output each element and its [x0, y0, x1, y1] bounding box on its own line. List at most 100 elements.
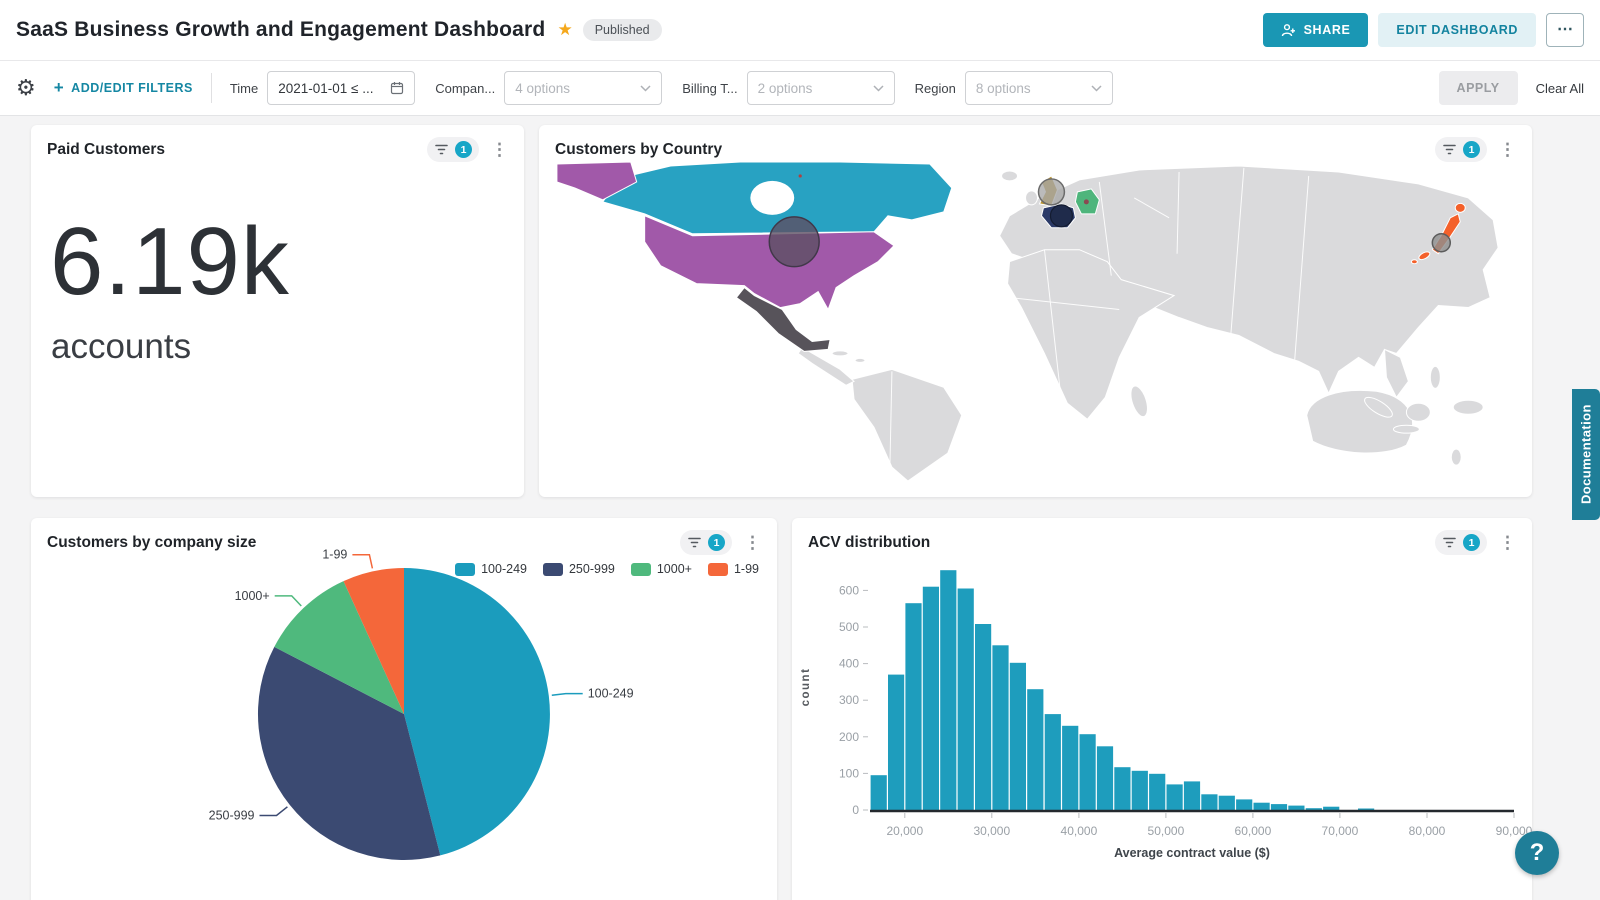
- map-new-zealand: [1451, 449, 1461, 465]
- edit-dashboard-button[interactable]: EDIT DASHBOARD: [1378, 13, 1536, 47]
- histogram-bar[interactable]: [992, 645, 1008, 810]
- histogram-bar[interactable]: [1323, 807, 1339, 810]
- histogram-bar[interactable]: [923, 587, 939, 810]
- chevron-down-icon: [873, 85, 884, 92]
- kebab-menu-icon[interactable]: ⋮: [1495, 140, 1520, 160]
- map-south-america: [852, 369, 962, 481]
- histogram-bar[interactable]: [1201, 794, 1217, 810]
- histogram-bar[interactable]: [975, 624, 991, 810]
- map-philippines: [1430, 366, 1440, 388]
- apply-button[interactable]: APPLY: [1439, 71, 1518, 105]
- x-tick-label: 40,000: [1061, 824, 1098, 838]
- histogram-bar[interactable]: [1219, 796, 1235, 810]
- map-indochina: [1384, 349, 1408, 397]
- histogram-bar[interactable]: [888, 675, 904, 810]
- region-filter-select[interactable]: 8 options: [965, 71, 1113, 105]
- filter-bar: ⚙ + ADD/EDIT FILTERS Time 2021-01-01 ≤ .…: [0, 61, 1600, 116]
- histogram-bar[interactable]: [1010, 663, 1026, 810]
- company-filter-value: 4 options: [515, 81, 570, 96]
- share-button-label: SHARE: [1304, 23, 1351, 37]
- histogram-bar[interactable]: [1288, 806, 1304, 810]
- histogram-bar[interactable]: [1306, 808, 1322, 810]
- widget-filter-chip[interactable]: 1: [427, 137, 479, 162]
- help-button[interactable]: ?: [1515, 831, 1559, 875]
- widget-acv-distribution: ACV distribution 1 ⋮ 0100200300400500600…: [792, 518, 1532, 900]
- more-options-button[interactable]: ⋯: [1546, 13, 1584, 47]
- histogram-bar[interactable]: [1236, 799, 1252, 810]
- histogram-bar[interactable]: [1132, 771, 1148, 810]
- billing-filter-label: Billing T...: [682, 81, 737, 96]
- time-filter-input[interactable]: 2021-01-01 ≤ ...: [267, 71, 415, 105]
- region-filter-value: 8 options: [976, 81, 1031, 96]
- documentation-tab[interactable]: Documentation: [1572, 389, 1600, 520]
- world-map[interactable]: [540, 158, 1531, 496]
- histogram-bar[interactable]: [958, 589, 974, 811]
- map-ireland: [1026, 191, 1038, 205]
- page-title: SaaS Business Growth and Engagement Dash…: [16, 18, 545, 42]
- histogram-bar[interactable]: [1149, 774, 1165, 810]
- billing-filter-select[interactable]: 2 options: [747, 71, 895, 105]
- map-bubble-japan[interactable]: [1432, 234, 1450, 252]
- kebab-menu-icon[interactable]: ⋮: [487, 140, 512, 160]
- x-tick-label: 80,000: [1409, 824, 1446, 838]
- map-bubble-usa[interactable]: [769, 217, 819, 267]
- histogram-bar[interactable]: [1271, 804, 1287, 810]
- y-tick-label: 600: [839, 583, 859, 597]
- pie-slice-label: 1-99: [322, 548, 347, 562]
- filter-group-billing: Billing T... 2 options: [682, 71, 894, 105]
- histogram-bar[interactable]: [1097, 746, 1113, 810]
- widget-tools: 1 ⋮: [427, 137, 512, 162]
- add-edit-filters-button[interactable]: + ADD/EDIT FILTERS: [54, 78, 193, 98]
- time-filter-value: 2021-01-01 ≤ ...: [278, 81, 373, 96]
- company-filter-select[interactable]: 4 options: [504, 71, 662, 105]
- x-axis-title: Average contract value ($): [1114, 846, 1270, 860]
- y-tick-label: 0: [852, 803, 859, 817]
- histogram-bar[interactable]: [1254, 803, 1270, 810]
- map-japan-hokkaido[interactable]: [1455, 203, 1465, 212]
- pie-label-line: [552, 694, 583, 696]
- pie-slice-label: 100-249: [588, 687, 634, 701]
- divider: [211, 73, 212, 103]
- favorite-star-icon[interactable]: ★: [557, 20, 572, 40]
- region-filter-label: Region: [915, 81, 956, 96]
- histogram-bar[interactable]: [1027, 689, 1043, 810]
- histogram-bar[interactable]: [905, 603, 921, 810]
- y-tick-label: 300: [839, 693, 859, 707]
- filter-bar-actions: APPLY Clear All: [1439, 71, 1584, 105]
- kpi-value: 6.19k: [50, 212, 524, 313]
- histogram-bar[interactable]: [871, 775, 887, 810]
- filter-group-company: Compan... 4 options: [435, 71, 662, 105]
- gear-icon[interactable]: ⚙: [16, 75, 36, 101]
- clear-all-button[interactable]: Clear All: [1536, 81, 1584, 96]
- map-australia: [1307, 390, 1413, 453]
- histogram-bar[interactable]: [1184, 781, 1200, 810]
- share-button[interactable]: SHARE: [1263, 13, 1369, 47]
- filter-group-region: Region 8 options: [915, 71, 1113, 105]
- x-tick-label: 20,000: [886, 824, 923, 838]
- map-bubble-france[interactable]: [1050, 205, 1072, 227]
- map-madagascar: [1128, 384, 1151, 419]
- map-hudson-bay: [750, 181, 794, 215]
- chevron-down-icon: [1091, 85, 1102, 92]
- dashboard-app: SaaS Business Growth and Engagement Dash…: [0, 0, 1600, 900]
- pie-slice-label: 1000+: [235, 589, 270, 603]
- map-japan-shikoku[interactable]: [1411, 260, 1417, 264]
- time-filter-label: Time: [230, 81, 258, 96]
- filter-group-time: Time 2021-01-01 ≤ ...: [230, 71, 415, 105]
- widget-paid-customers: Paid Customers 1 ⋮ 6.19k accounts: [31, 125, 524, 497]
- histogram-bar[interactable]: [1167, 784, 1183, 810]
- billing-filter-value: 2 options: [758, 81, 813, 96]
- map-dot-germany[interactable]: [1084, 199, 1089, 204]
- acv-histogram-chart[interactable]: 010020030040050060020,00030,00040,00050,…: [792, 548, 1532, 900]
- histogram-bar[interactable]: [940, 570, 956, 810]
- company-size-pie-chart[interactable]: 100-249250-9991000+1-99: [31, 546, 777, 900]
- histogram-bar[interactable]: [1045, 714, 1061, 810]
- filter-count-badge: 1: [1463, 141, 1480, 158]
- histogram-bar[interactable]: [1114, 767, 1130, 810]
- funnel-filter-icon: [434, 143, 449, 156]
- status-badge: Published: [583, 19, 662, 41]
- map-bubble-uk[interactable]: [1038, 179, 1064, 205]
- y-tick-label: 200: [839, 730, 859, 744]
- histogram-bar[interactable]: [1080, 734, 1096, 810]
- histogram-bar[interactable]: [1062, 726, 1078, 810]
